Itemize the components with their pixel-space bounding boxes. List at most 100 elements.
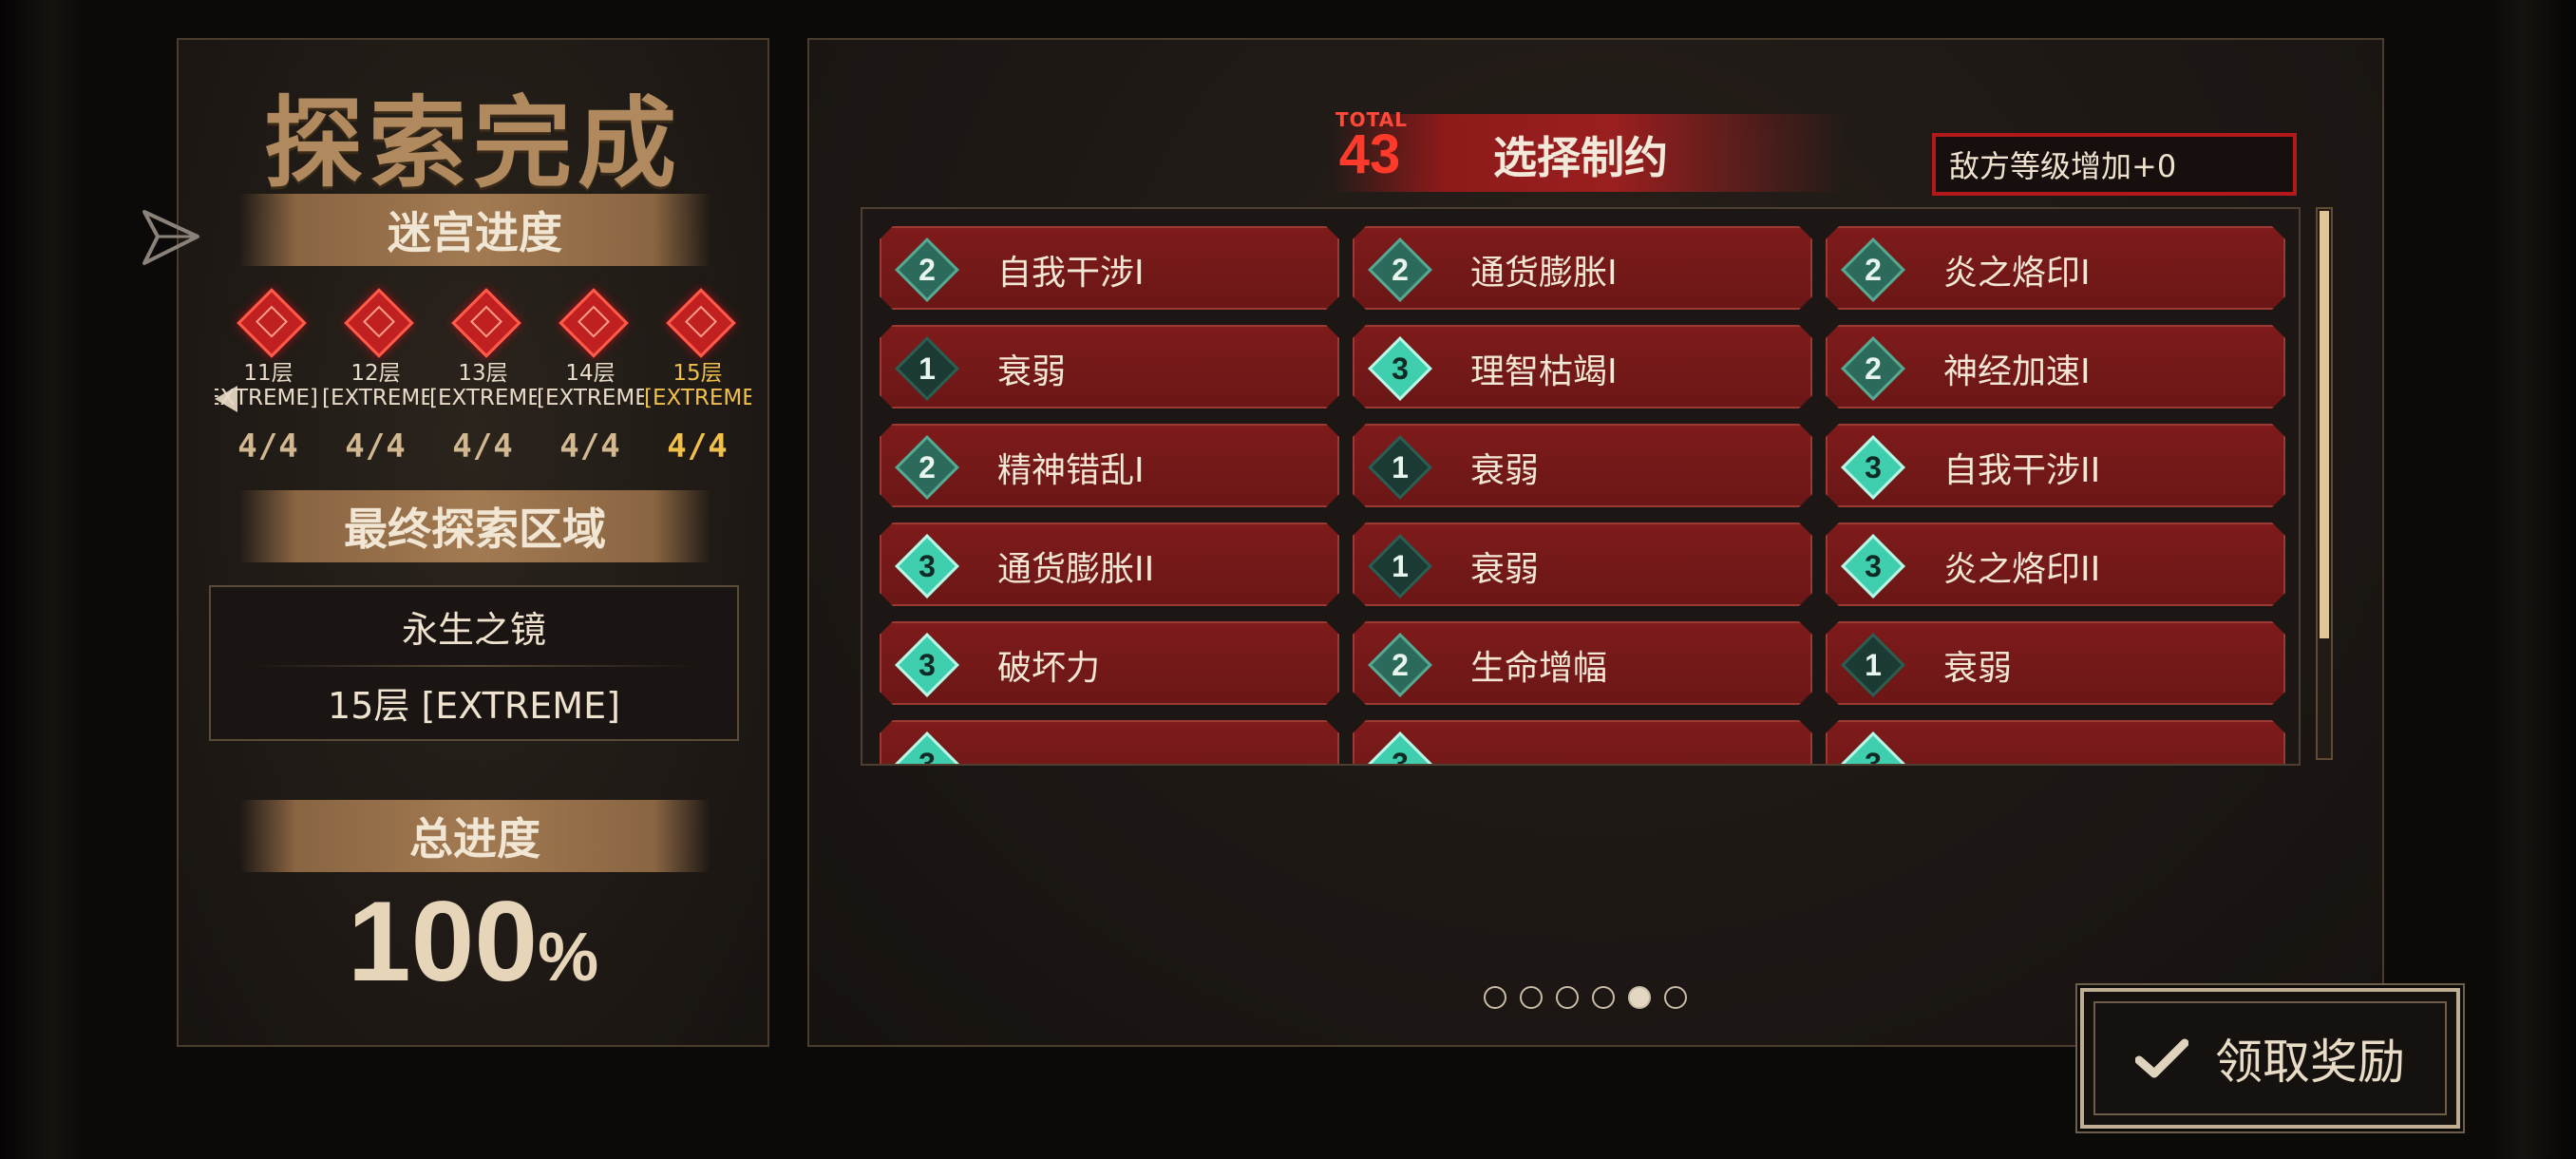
restriction-card[interactable]: 3 (880, 720, 1339, 766)
floor-name: 15层 (672, 361, 723, 386)
restriction-level: 1 (1392, 450, 1409, 484)
enemy-level-indicator: 敌方等级增加+0 (1932, 133, 2297, 196)
floor-count: 4/4 (345, 428, 407, 466)
restriction-card[interactable]: 3 (1826, 720, 2285, 766)
restriction-level: 2 (919, 450, 936, 484)
total-badge: TOTAL 43 (1335, 108, 1407, 185)
total-progress-unit: % (538, 920, 599, 996)
final-area-box: 永生之镜 15层 [EXTREME] (209, 585, 739, 741)
floor-name: 11层 (243, 361, 294, 386)
restriction-label: 通货膨胀I (1470, 254, 1618, 293)
page-dot[interactable] (1484, 986, 1506, 1009)
restriction-card[interactable]: 2 神经加速I (1826, 325, 2285, 408)
select-restriction-title: 选择制约 (1493, 132, 1668, 183)
scrollbar-thumb[interactable] (2320, 211, 2329, 638)
restriction-label: 衰弱 (997, 352, 1067, 391)
floor-diamond-icon (344, 288, 414, 358)
restriction-level: 3 (1392, 747, 1409, 766)
floor-count: 4/4 (667, 428, 729, 466)
divider (251, 665, 697, 667)
restriction-card[interactable]: 3 通货膨胀II (880, 522, 1339, 606)
floor-diamond-icon (666, 288, 736, 358)
restriction-label: 生命增幅 (1470, 649, 1608, 688)
restriction-card[interactable]: 2 精神错乱I (880, 424, 1339, 507)
restriction-label: 衰弱 (1470, 451, 1540, 490)
share-icon (142, 210, 199, 265)
restriction-label: 理智枯竭I (1470, 352, 1618, 391)
page-dot[interactable] (1556, 986, 1579, 1009)
floor-item-13: 13层 [EXTREME] 4/4 (429, 277, 537, 466)
restriction-level: 3 (1865, 450, 1882, 484)
restriction-card[interactable]: 3 理智枯竭I (1353, 325, 1812, 408)
restriction-level: 3 (919, 549, 936, 583)
floor-difficulty: [EXTREME] (215, 386, 318, 410)
page-dot[interactable] (1520, 986, 1543, 1009)
floor-item-11: 11层 [EXTREME] 4/4 (215, 277, 322, 466)
page-dot[interactable] (1592, 986, 1615, 1009)
claim-reward-button[interactable]: 领取奖励 (2080, 988, 2460, 1129)
page-indicator (1484, 986, 1687, 1009)
maze-progress-banner: 迷宫进度 (239, 194, 710, 266)
claim-reward-label: 领取奖励 (2215, 1035, 2405, 1090)
restriction-level: 2 (919, 253, 936, 287)
floor-item-12: 12层 [EXTREME] 4/4 (322, 277, 429, 466)
floor-count: 4/4 (237, 428, 299, 466)
restriction-card[interactable]: 3 破坏力 (880, 621, 1339, 705)
restriction-label: 衰弱 (1943, 649, 2013, 688)
floor-difficulty: [EXTREME] (537, 386, 644, 410)
exploration-complete-title: 探索完成 (263, 85, 682, 201)
restriction-level: 3 (919, 648, 936, 682)
floor-count: 4/4 (559, 428, 621, 466)
restriction-label: 神经加速I (1943, 352, 2091, 391)
restriction-level: 1 (1865, 648, 1882, 682)
screen-frame-right (2491, 0, 2576, 1159)
floor-item-15: 15层 [EXTREME] 4/4 (644, 277, 751, 466)
page-dot[interactable] (1664, 986, 1687, 1009)
restriction-level: 3 (1865, 747, 1882, 766)
final-area-banner: 最终探索区域 (239, 490, 710, 562)
restriction-card[interactable]: 3 (1353, 720, 1812, 766)
floor-difficulty: [EXTREME] (322, 386, 429, 410)
restriction-card[interactable]: 1 衰弱 (1353, 522, 1812, 606)
restriction-card[interactable]: 1 衰弱 (1826, 621, 2285, 705)
floor-count: 4/4 (452, 428, 514, 466)
restriction-label: 自我干涉II (1943, 451, 2101, 490)
total-progress-number: 100 (347, 878, 539, 1005)
total-progress-value: 100% (179, 876, 767, 1007)
floor-diamond-icon (451, 288, 521, 358)
page-dot[interactable] (1628, 986, 1651, 1009)
restriction-card[interactable]: 2 炎之烙印I (1826, 226, 2285, 310)
restriction-label: 自我干涉I (997, 254, 1145, 293)
total-value: 43 (1338, 124, 1401, 185)
floor-name: 14层 (565, 361, 616, 386)
restriction-label: 精神错乱I (997, 451, 1145, 490)
restriction-level: 3 (1392, 352, 1409, 386)
restriction-card[interactable]: 3 炎之烙印II (1826, 522, 2285, 606)
restriction-level: 2 (1392, 253, 1409, 287)
restriction-level: 3 (919, 747, 936, 766)
restriction-card[interactable]: 2 自我干涉I (880, 226, 1339, 310)
restriction-list[interactable]: 2 自我干涉I 2 通货膨胀I 2 炎之烙印I 1 衰弱 3 理智枯竭I 2 神经加速I 2 精神错乱I 1… (861, 207, 2301, 766)
floor-difficulty: [EXTREME] (429, 386, 537, 410)
restriction-card[interactable]: 2 生命增幅 (1353, 621, 1812, 705)
restriction-level: 3 (1865, 549, 1882, 583)
restriction-scrollbar[interactable] (2316, 207, 2333, 760)
floor-name: 12层 (350, 361, 401, 386)
restriction-level: 1 (1392, 549, 1409, 583)
restriction-level: 2 (1865, 352, 1882, 386)
restriction-panel: TOTAL 43 选择制约 敌方等级增加+0 2 自我干涉I 2 通货膨胀I 2 炎之烙印… (807, 38, 2384, 1047)
restriction-card[interactable]: 1 衰弱 (880, 325, 1339, 408)
restriction-label: 炎之烙印II (1943, 550, 2101, 589)
restriction-level: 2 (1865, 253, 1882, 287)
restriction-label: 衰弱 (1470, 550, 1540, 589)
restriction-label: 通货膨胀II (997, 550, 1155, 589)
screen-frame-left (0, 0, 85, 1159)
restriction-card[interactable]: 3 自我干涉II (1826, 424, 2285, 507)
restriction-card[interactable]: 1 衰弱 (1353, 424, 1812, 507)
total-progress-banner: 总进度 (239, 800, 710, 872)
share-button[interactable] (133, 190, 209, 285)
floor-item-14: 14层 [EXTREME] 4/4 (537, 277, 644, 466)
restriction-card[interactable]: 2 通货膨胀I (1353, 226, 1812, 310)
floor-name: 13层 (458, 361, 508, 386)
restriction-level: 1 (919, 352, 936, 386)
